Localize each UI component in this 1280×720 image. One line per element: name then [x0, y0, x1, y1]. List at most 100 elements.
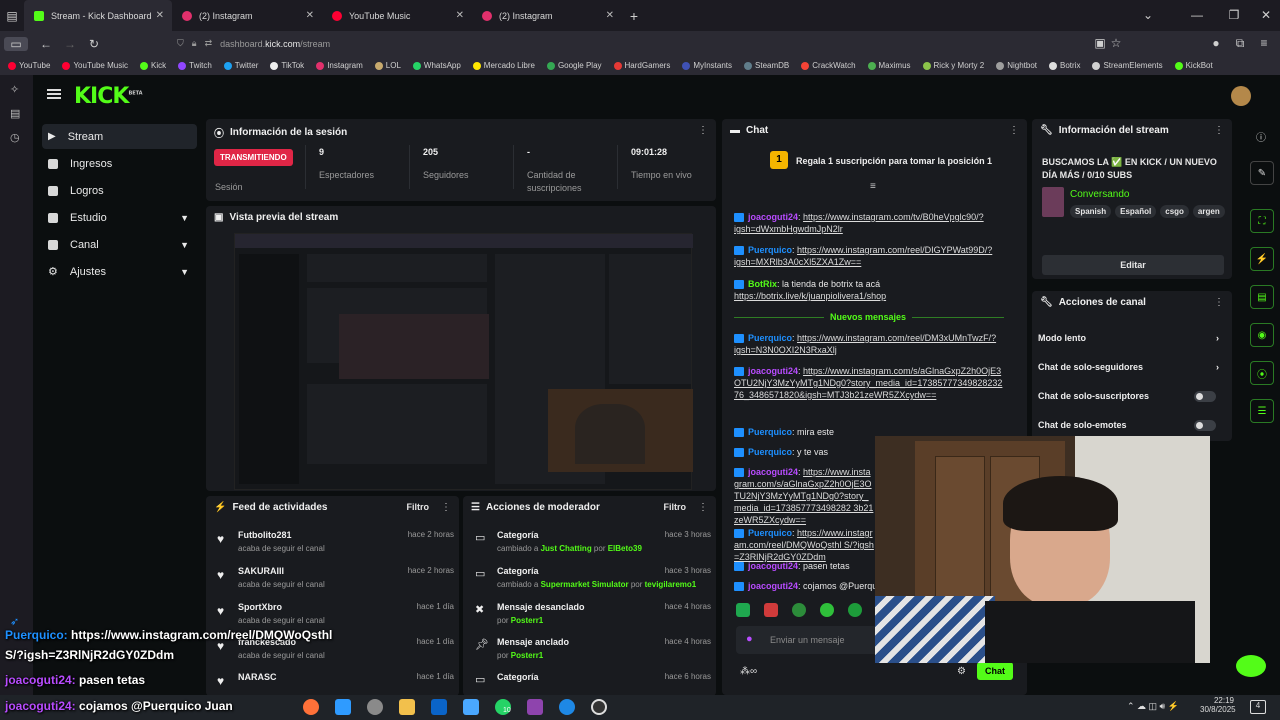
hamburger-menu-icon[interactable]: [47, 89, 61, 99]
bookmark-kickbot[interactable]: KickBot: [1174, 61, 1213, 70]
mic-icon[interactable]: ●: [746, 633, 753, 645]
file-explorer-icon[interactable]: [399, 699, 415, 715]
firefox-icon[interactable]: [303, 699, 319, 715]
bookmark-whatsapp[interactable]: WhatsApp: [412, 61, 461, 70]
bookmark-streamelements[interactable]: StreamElements: [1092, 61, 1163, 70]
maximize-icon[interactable]: ❐: [1222, 8, 1246, 22]
feed-filter-button[interactable]: Filtro: [407, 502, 430, 512]
obs-icon[interactable]: [591, 699, 607, 715]
emote-icon[interactable]: [736, 603, 750, 617]
outlook-icon[interactable]: [431, 699, 447, 715]
category-link[interactable]: Conversando: [1070, 189, 1129, 200]
close-tab-icon[interactable]: ✕: [306, 10, 314, 21]
tab-list-icon[interactable]: ▤: [0, 9, 24, 23]
reload-icon[interactable]: ↻: [82, 37, 106, 51]
calendar-icon[interactable]: [335, 699, 351, 715]
bookmark-twitch[interactable]: Twitch: [178, 61, 212, 70]
close-window-icon[interactable]: ✕: [1254, 8, 1278, 22]
bookmark-steamdb[interactable]: SteamDB: [744, 61, 789, 70]
chat-toggle-button[interactable]: [1236, 655, 1266, 677]
edit-icon[interactable]: ✎: [1250, 161, 1274, 185]
url-bar[interactable]: ⛉ 🔒︎ ⇄ dashboard.kick.com/stream: [177, 34, 1127, 53]
gear-icon[interactable]: ⚙: [957, 666, 966, 677]
bookmark-tiktok[interactable]: TikTok: [270, 61, 304, 70]
bookmark-kick[interactable]: Kick: [140, 61, 166, 70]
lightning-icon[interactable]: ⚡: [1250, 247, 1274, 271]
whatsapp-icon[interactable]: 10: [495, 699, 511, 715]
bookmark-youtube[interactable]: YouTube: [8, 61, 50, 70]
edge-icon[interactable]: [559, 699, 575, 715]
more-options-icon[interactable]: ⋮: [698, 502, 708, 513]
followers-only-row[interactable]: Chat de solo-seguidores ›: [1038, 362, 1224, 372]
info-icon[interactable]: ⓘ: [1256, 129, 1266, 144]
sidebar-item-logros[interactable]: Logros: [42, 178, 197, 203]
bookmark-youtube-music[interactable]: YouTube Music: [62, 61, 128, 70]
bookmark-nightbot[interactable]: Nightbot: [996, 61, 1037, 70]
monitor-icon[interactable]: [463, 699, 479, 715]
slow-mode-row[interactable]: Modo lento ›: [1038, 333, 1224, 343]
chat-send-button[interactable]: Chat: [977, 662, 1013, 680]
settings-icon[interactable]: [367, 699, 383, 715]
bookmark-botrix[interactable]: Botrix: [1049, 61, 1080, 70]
avatar[interactable]: [1231, 86, 1251, 106]
system-tray-icons[interactable]: ⌃ ☁ ◫ 🔊︎ ⚡: [1127, 701, 1179, 712]
sidebar-item-ajustes[interactable]: ⚙ Ajustes ▼: [42, 259, 197, 284]
bookmark-instagram[interactable]: Instagram: [316, 61, 363, 70]
more-options-icon[interactable]: ⋮: [1214, 297, 1224, 308]
bookmark-hardgamers[interactable]: HardGamers: [613, 61, 670, 70]
tab-kick-dashboard[interactable]: Stream - Kick Dashboard ✕: [24, 0, 172, 31]
bookmark-mercado-libre[interactable]: Mercado Libre: [472, 61, 535, 70]
gift-sub-banner[interactable]: Regala 1 suscripción para tomar la posic…: [796, 156, 992, 166]
emote-icon[interactable]: [820, 603, 834, 617]
clipboard-icon[interactable]: ▤: [1250, 285, 1274, 309]
more-options-icon[interactable]: ⋮: [1214, 125, 1224, 136]
screenshot-icon[interactable]: ⛶: [1250, 209, 1274, 233]
game-icon[interactable]: [527, 699, 543, 715]
emote-icon[interactable]: [764, 603, 778, 617]
close-tab-icon[interactable]: ✕: [456, 10, 464, 21]
close-tab-icon[interactable]: ✕: [606, 10, 614, 21]
bookmark-myinstants[interactable]: MyInstants: [682, 61, 732, 70]
emotes-only-toggle[interactable]: [1194, 420, 1216, 431]
stream-preview-video[interactable]: [234, 233, 693, 490]
synced-tabs-icon[interactable]: ▤: [10, 107, 24, 121]
emote-icon[interactable]: [848, 603, 862, 617]
close-tab-icon[interactable]: ✕: [156, 10, 164, 21]
menu-icon[interactable]: ≡: [1252, 36, 1276, 50]
bookmark-google-play[interactable]: Google Play: [546, 61, 602, 70]
history-icon[interactable]: ◷: [10, 131, 24, 145]
more-options-icon[interactable]: ⋮: [441, 502, 451, 513]
sidebar-item-estudio[interactable]: Estudio ▼: [42, 205, 197, 230]
bookmark-twitter[interactable]: Twitter: [223, 61, 258, 70]
filter-icon[interactable]: ≡: [870, 181, 876, 192]
tab-youtube-music[interactable]: YouTube Music ✕: [322, 0, 472, 31]
infinity-icon[interactable]: ⁂∞: [740, 666, 757, 677]
bookmark-rick-y-morty[interactable]: Rick y Morty 2: [922, 61, 984, 70]
new-tab-icon[interactable]: +: [622, 8, 646, 24]
tab-instagram-2[interactable]: (2) Instagram ✕: [472, 0, 622, 31]
more-options-icon[interactable]: ⋮: [698, 125, 708, 136]
back-icon[interactable]: ←: [34, 37, 58, 51]
sidebar-item-canal[interactable]: Canal ▼: [42, 232, 197, 257]
chevron-down-icon[interactable]: ⌄: [1136, 8, 1160, 22]
emote-icon[interactable]: [792, 603, 806, 617]
bookmark-star-icon[interactable]: ☆: [1104, 36, 1128, 50]
tab-instagram-1[interactable]: (2) Instagram ✕: [172, 0, 322, 31]
clock[interactable]: 22:19 30/8/2025: [1200, 696, 1236, 714]
subscribers-only-toggle[interactable]: [1194, 391, 1216, 402]
mod-filter-button[interactable]: Filtro: [664, 502, 687, 512]
sidebar-item-ingresos[interactable]: Ingresos: [42, 151, 197, 176]
extensions-icon[interactable]: ⧉: [1228, 36, 1252, 51]
list-icon[interactable]: ☰: [1250, 399, 1274, 423]
broadcast-icon[interactable]: ⦿: [1250, 361, 1274, 385]
minimize-icon[interactable]: —: [1185, 8, 1209, 22]
edit-stream-button[interactable]: Editar: [1042, 255, 1224, 275]
account-icon[interactable]: ●: [1204, 36, 1228, 50]
sidebar-toggle-icon[interactable]: ▭: [4, 36, 28, 51]
bookmark-maximus[interactable]: Maximus: [867, 61, 911, 70]
kick-logo[interactable]: KICKBETA: [74, 84, 143, 109]
notifications-icon[interactable]: 4: [1250, 700, 1266, 714]
forward-icon[interactable]: →: [58, 37, 82, 51]
bookmark-crackwatch[interactable]: CrackWatch: [801, 61, 856, 70]
sidebar-item-stream[interactable]: ▶ Stream: [42, 124, 197, 149]
